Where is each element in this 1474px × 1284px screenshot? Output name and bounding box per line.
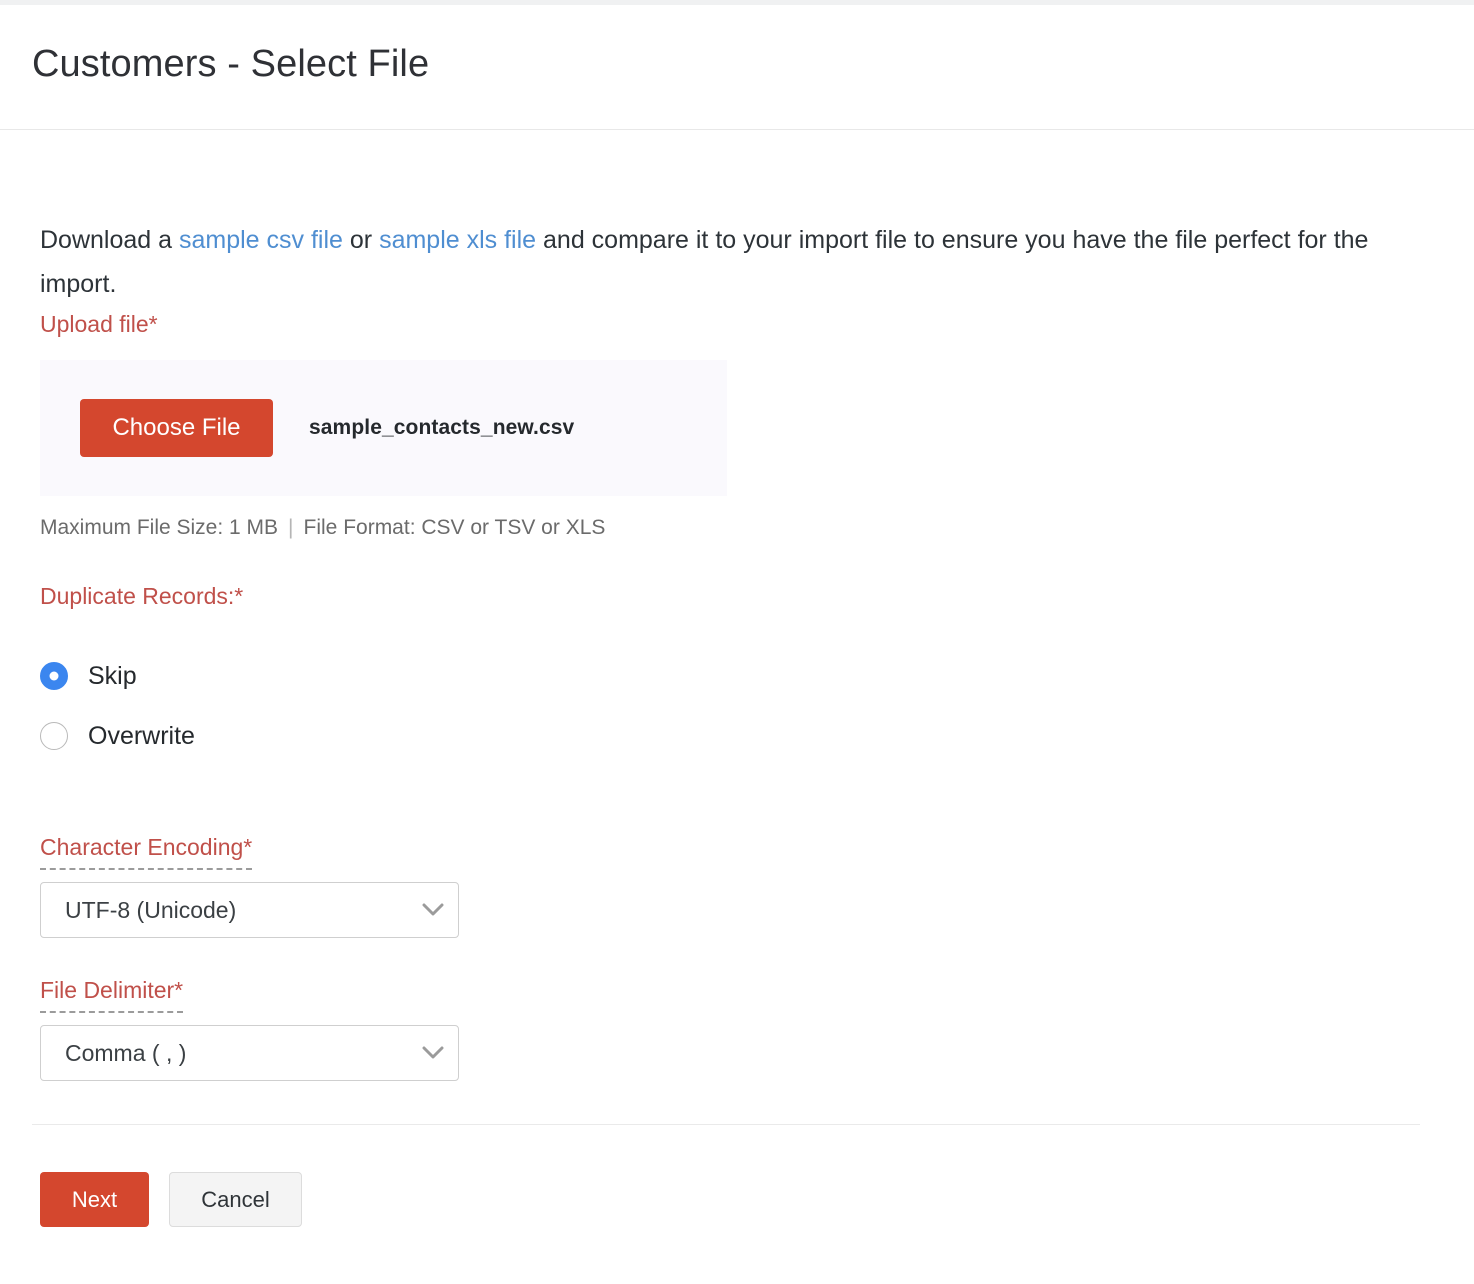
radio-option-overwrite[interactable]: Overwrite <box>40 706 195 766</box>
character-encoding-label: Character Encoding* <box>40 834 253 870</box>
selected-file-name: sample_contacts_new.csv <box>309 416 575 439</box>
intro-text-before: Download a <box>40 226 179 254</box>
radio-unselected-icon[interactable] <box>40 722 68 750</box>
duplicate-records-radio-group: Skip Overwrite <box>40 646 195 766</box>
chevron-down-icon[interactable] <box>408 903 458 917</box>
intro-text-between: or <box>342 226 380 254</box>
radio-selected-icon[interactable] <box>40 662 68 690</box>
choose-file-button[interactable]: Choose File <box>80 399 273 457</box>
character-encoding-value: UTF-8 (Unicode) <box>65 896 237 923</box>
character-encoding-select-wrapper: UTF-8 (Unicode) <box>40 882 459 938</box>
hint-separator: | <box>288 516 294 539</box>
sample-csv-link[interactable]: sample csv file <box>179 226 343 254</box>
page-header: Customers - Select File <box>0 5 1474 130</box>
page-title: Customers - Select File <box>32 43 430 85</box>
next-button[interactable]: Next <box>40 1172 149 1227</box>
cancel-button[interactable]: Cancel <box>169 1172 302 1227</box>
file-delimiter-select-wrapper: Comma ( , ) <box>40 1025 459 1081</box>
radio-option-overwrite-label: Overwrite <box>88 721 195 750</box>
chevron-down-icon[interactable] <box>408 1046 458 1060</box>
file-delimiter-label: File Delimiter* <box>40 977 184 1013</box>
duplicate-records-label: Duplicate Records:* <box>40 583 244 609</box>
file-format-text: File Format: CSV or TSV or XLS <box>303 516 606 539</box>
footer-divider <box>32 1124 1420 1125</box>
file-delimiter-select[interactable]: Comma ( , ) <box>40 1025 459 1081</box>
character-encoding-select[interactable]: UTF-8 (Unicode) <box>40 882 459 938</box>
footer-actions: Next Cancel <box>40 1172 302 1227</box>
radio-option-skip[interactable]: Skip <box>40 646 195 706</box>
file-delimiter-value: Comma ( , ) <box>65 1039 187 1066</box>
max-file-size-text: Maximum File Size: 1 MB <box>40 516 279 539</box>
file-constraints-hint: Maximum File Size: 1 MB | File Format: CSV… <box>40 516 605 540</box>
sample-xls-link[interactable]: sample xls file <box>379 226 536 254</box>
radio-option-skip-label: Skip <box>88 661 137 690</box>
intro-text: Download a sample csv file or sample xls… <box>40 218 1400 306</box>
upload-file-dropzone[interactable]: Choose File sample_contacts_new.csv <box>40 360 727 496</box>
upload-file-label: Upload file* <box>40 311 158 337</box>
